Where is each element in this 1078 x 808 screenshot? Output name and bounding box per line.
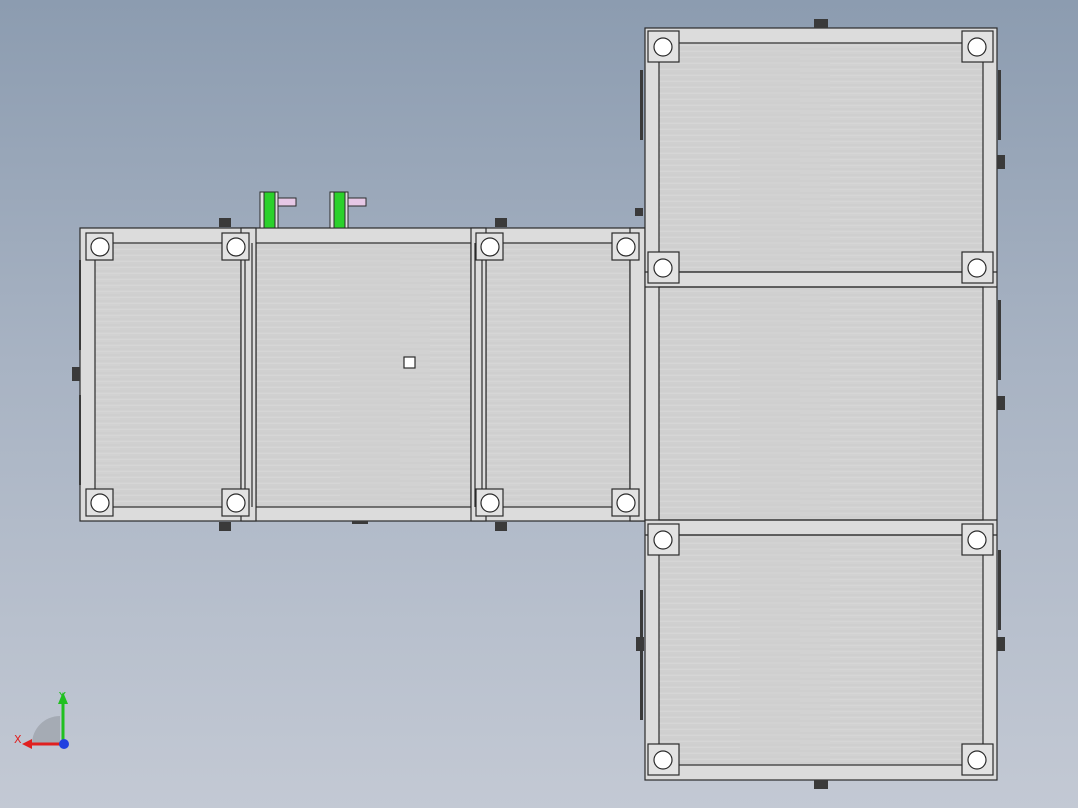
- clamp-green: [333, 191, 346, 229]
- bolt-hole: [967, 258, 987, 278]
- connector-block: [495, 522, 507, 531]
- side-rail: [998, 300, 1001, 380]
- divider-beam-1: [240, 227, 257, 522]
- right-panel-top: [658, 42, 984, 273]
- bolt-hole: [967, 750, 987, 770]
- right-panel-middle: [658, 286, 984, 521]
- graphics-viewport[interactable]: Y X: [0, 0, 1078, 808]
- bolt-hole: [480, 493, 500, 513]
- divider-beam-2: [470, 227, 487, 522]
- clamp-green: [263, 191, 276, 229]
- connector-block: [495, 218, 507, 227]
- bolt-hole: [967, 530, 987, 550]
- x-axis-label: X: [14, 733, 22, 746]
- bolt-hole: [226, 237, 246, 257]
- right-frame-assembly[interactable]: [644, 27, 998, 781]
- bolt-hole: [90, 237, 110, 257]
- connector-block: [814, 19, 828, 28]
- bolt-hole: [653, 530, 673, 550]
- clamp-group[interactable]: [259, 191, 367, 229]
- side-rail: [640, 590, 643, 720]
- origin-marker: [403, 356, 416, 369]
- left-frame-assembly[interactable]: [79, 227, 646, 522]
- side-rail: [998, 550, 1001, 630]
- connector-block: [635, 208, 643, 216]
- bolt-hole: [226, 493, 246, 513]
- side-rail: [79, 395, 81, 485]
- bolt-hole: [480, 237, 500, 257]
- connector-block: [72, 367, 80, 381]
- left-panel-2: [255, 242, 472, 508]
- z-axis-dot: [59, 739, 69, 749]
- side-rail: [998, 70, 1001, 140]
- connector-block: [997, 155, 1005, 169]
- triad-plane: [32, 716, 60, 744]
- bolt-hole: [967, 37, 987, 57]
- clamp-pin: [277, 197, 297, 207]
- model-view[interactable]: [0, 0, 1078, 808]
- coordinate-triad: Y X: [14, 690, 69, 749]
- connector-block: [219, 522, 231, 531]
- left-panel-3: [485, 242, 631, 508]
- connector-block: [997, 396, 1005, 410]
- x-axis-arrow: [22, 739, 32, 749]
- right-panel-bottom: [658, 534, 984, 766]
- y-axis-label: Y: [58, 690, 66, 703]
- clamp-pin: [347, 197, 367, 207]
- bolt-hole: [90, 493, 110, 513]
- bolt-hole: [653, 258, 673, 278]
- connector-strip: [352, 521, 368, 524]
- side-rail: [79, 260, 81, 350]
- connector-block: [814, 780, 828, 789]
- divider-beam-3: [629, 227, 646, 522]
- connector-block: [997, 637, 1005, 651]
- left-panel-1: [94, 242, 242, 508]
- bolt-hole: [653, 750, 673, 770]
- side-rail: [640, 70, 643, 140]
- bolt-hole: [616, 493, 636, 513]
- bolt-hole: [616, 237, 636, 257]
- connector-block: [219, 218, 231, 227]
- bolt-hole: [653, 37, 673, 57]
